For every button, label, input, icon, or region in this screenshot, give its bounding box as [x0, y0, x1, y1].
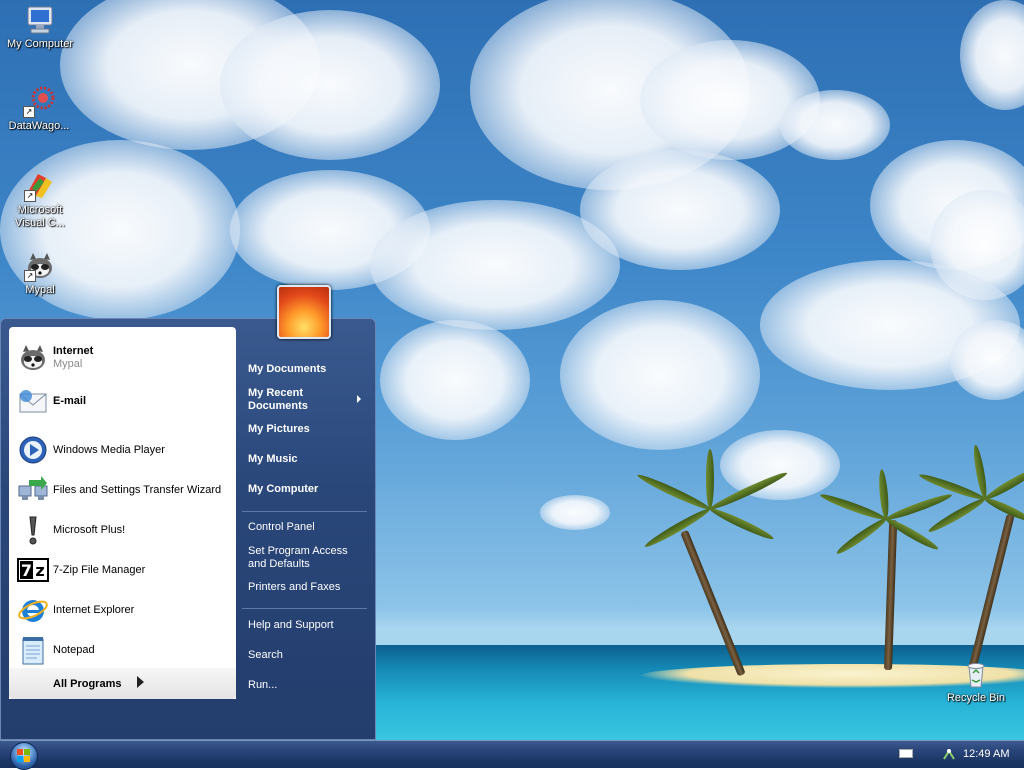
shortcut-arrow-icon: ↗ [24, 270, 36, 282]
notepad-icon [17, 634, 49, 666]
windows-flag-icon [17, 749, 31, 763]
mypal-icon [17, 342, 49, 374]
mypal-icon: ↗ [24, 250, 56, 282]
desktop-icon-my-computer[interactable]: My Computer [2, 4, 78, 51]
shortcut-arrow-icon: ↗ [24, 190, 36, 202]
start-item-microsoft-plus[interactable]: Microsoft Plus! [9, 511, 236, 549]
desktop-icon-datawagon[interactable]: ↗ DataWago... [1, 86, 77, 133]
start-item-notepad[interactable]: Notepad [9, 631, 236, 669]
start-item-label: E-mail [53, 395, 87, 407]
start-item-label: Microsoft Plus! [53, 524, 126, 536]
svg-text:7: 7 [21, 561, 32, 580]
desktop-icon-label: My Computer [6, 38, 74, 50]
start-link-label: Set Program Access [248, 545, 348, 557]
start-menu-programs-pane: Internet Mypal E-mail Windows Media Play… [9, 327, 236, 699]
start-link-set-program-access[interactable]: Set Program Access and Defaults [248, 545, 348, 571]
mail-icon [17, 386, 49, 418]
start-item-sublabel: Mypal [53, 358, 83, 370]
all-programs-button[interactable]: All Programs [9, 668, 236, 699]
desktop-icon-recycle-bin[interactable]: Recycle Bin [938, 658, 1014, 705]
submenu-arrow-icon [357, 395, 361, 403]
start-link-label: My Recent [248, 387, 304, 399]
internet-explorer-icon [17, 594, 49, 626]
start-link-printers-and-faxes[interactable]: Printers and Faxes [248, 581, 340, 594]
recycle-bin-icon [960, 658, 992, 690]
svg-text:z: z [35, 561, 44, 580]
start-link-control-panel[interactable]: Control Panel [248, 521, 315, 534]
arrow-right-icon [137, 676, 144, 688]
desktop-icon-label: Recycle Bin [946, 692, 1006, 704]
my-computer-icon [24, 4, 56, 36]
start-item-label: Internet Explorer [53, 604, 135, 616]
transfer-wizard-icon [17, 474, 49, 506]
network-icon[interactable] [942, 747, 956, 761]
start-item-label: Notepad [53, 644, 95, 656]
start-item-internet[interactable]: Internet Mypal [9, 339, 236, 377]
divider [242, 608, 367, 609]
taskbar: 12:49 AM [0, 740, 1024, 770]
start-link-my-pictures[interactable]: My Pictures [248, 423, 310, 436]
desktop-icon-visual-studio[interactable]: ↗ Microsoft Visual C... [2, 170, 78, 230]
shortcut-arrow-icon: ↗ [23, 106, 35, 118]
start-link-run[interactable]: Run... [248, 679, 277, 692]
desktop-icon-label: DataWago... [8, 120, 70, 132]
start-item-label: 7-Zip File Manager [53, 564, 146, 576]
start-item-transfer-wizard[interactable]: Files and Settings Transfer Wizard [9, 471, 236, 509]
exclamation-icon [17, 514, 49, 546]
datawagon-icon: ↗ [23, 86, 55, 118]
start-link-my-music[interactable]: My Music [248, 453, 298, 466]
start-link-help-and-support[interactable]: Help and Support [248, 619, 334, 632]
start-link-my-recent-documents[interactable]: My Recent Documents [248, 387, 308, 413]
start-menu: Internet Mypal E-mail Windows Media Play… [0, 318, 376, 740]
start-item-internet-explorer[interactable]: Internet Explorer [9, 591, 236, 629]
desktop-icon-label: Mypal [25, 284, 55, 296]
start-link-my-computer[interactable]: My Computer [248, 483, 318, 496]
visual-studio-icon: ↗ [24, 170, 56, 202]
divider [242, 511, 367, 512]
start-item-7zip[interactable]: 7 z 7-Zip File Manager [9, 551, 236, 589]
all-programs-label: All Programs [53, 678, 122, 690]
start-link-my-documents[interactable]: My Documents [248, 363, 326, 376]
start-button[interactable] [10, 742, 38, 770]
user-picture[interactable] [277, 285, 331, 339]
start-link-label: Documents [248, 400, 308, 412]
start-item-email[interactable]: E-mail [9, 383, 236, 421]
start-item-label: Windows Media Player [53, 444, 165, 456]
start-item-label: Internet [53, 345, 94, 357]
desktop-icon-label: Microsoft Visual C... [15, 204, 65, 229]
start-item-label: Files and Settings Transfer Wizard [53, 484, 222, 496]
start-link-search[interactable]: Search [248, 649, 283, 662]
start-item-windows-media-player[interactable]: Windows Media Player [9, 431, 236, 469]
seven-zip-icon: 7 z [17, 554, 49, 586]
keyboard-icon[interactable] [899, 749, 913, 758]
desktop-icon-mypal[interactable]: ↗ Mypal [2, 250, 78, 297]
start-link-label: and Defaults [248, 558, 310, 570]
taskbar-clock[interactable]: 12:49 AM [963, 748, 1009, 760]
media-player-icon [17, 434, 49, 466]
